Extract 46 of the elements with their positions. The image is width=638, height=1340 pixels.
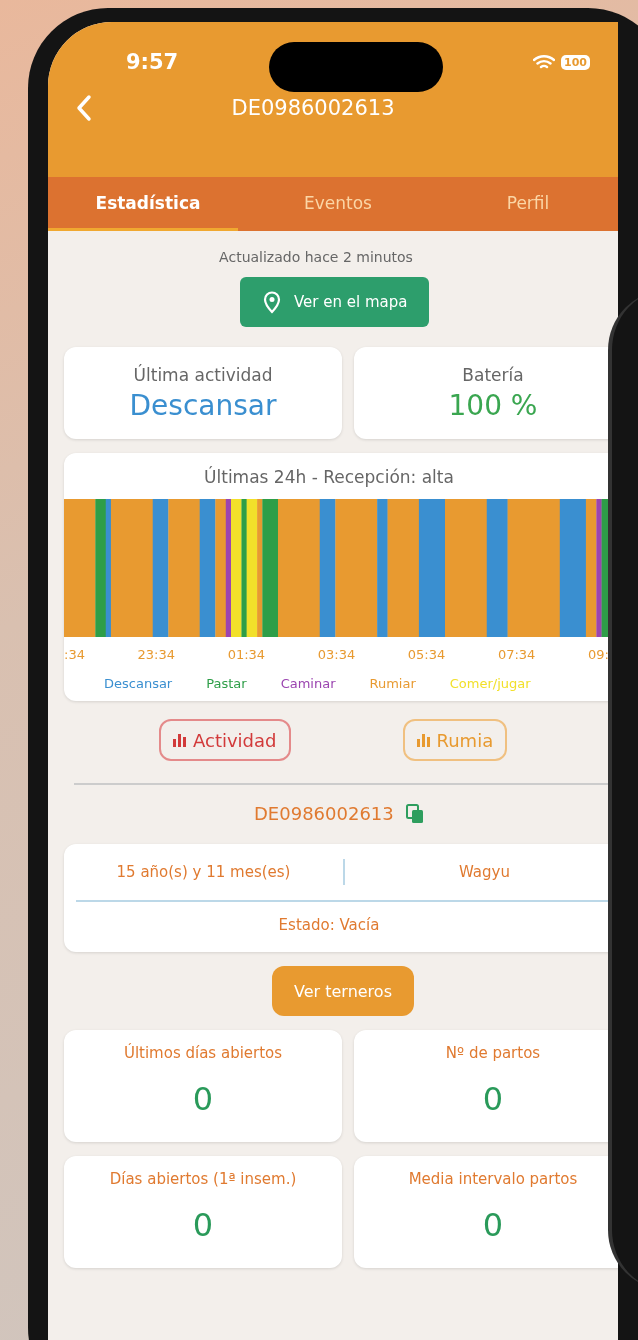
bar-chart-icon [416, 733, 431, 747]
summary-value: 100 % [448, 388, 538, 422]
status-time: 9:57 [126, 50, 179, 74]
stat-value: 0 [192, 1080, 214, 1118]
time-label: 01:34 [227, 647, 266, 662]
time-label: 03:34 [317, 647, 356, 662]
legend-label: Caminar [280, 676, 336, 691]
bar-chart-icon [173, 733, 187, 747]
screen-title: DE0986002613 [231, 96, 395, 120]
stat-value: 0 [482, 1206, 504, 1244]
status-text: Estado: Vacía [277, 915, 381, 934]
chart-button[interactable]: Rumia [402, 719, 508, 761]
stat-label: Últimos días abiertos [123, 1044, 283, 1062]
back-icon[interactable] [76, 94, 92, 122]
time-label: 23:34 [137, 647, 175, 662]
time-label: 07:34 [497, 647, 536, 662]
legend-label: Descansar [104, 676, 173, 691]
summary-value: Descansar [129, 388, 277, 422]
breed-text: Wagyu [458, 863, 511, 881]
chart-button[interactable]: Actividad [159, 719, 291, 761]
chart-title: Últimas 24h - Recepción: alta [203, 467, 455, 487]
stat-label: Días abiertos (1ª insem.) [109, 1170, 297, 1188]
stat-value: 0 [192, 1206, 214, 1244]
summary-label: Última actividad [133, 364, 273, 385]
wifi-icon [533, 54, 555, 70]
time-label: :34 [64, 647, 85, 662]
animal-id: DE0986002613 [254, 803, 394, 824]
stat-value: 0 [482, 1080, 504, 1118]
copy-icon[interactable] [405, 803, 424, 824]
legend-label: Rumiar [369, 676, 416, 691]
age-text: 15 año(s) y 11 mes(es) [115, 863, 292, 881]
battery-indicator: 100 [561, 54, 590, 70]
tab[interactable]: Eventos [238, 177, 428, 231]
stat-label: Nº de partos [445, 1044, 541, 1062]
stat-label: Media intervalo partos [408, 1170, 578, 1188]
updated-text: Actualizado hace 2 minutos [218, 249, 414, 265]
map-button[interactable]: Ver en el mapa [240, 277, 430, 327]
tab[interactable]: Estadística [48, 177, 238, 231]
legend-label: Comer/jugar [449, 676, 531, 691]
location-pin-icon [262, 290, 282, 314]
summary-label: Batería [462, 364, 524, 385]
legend-label: Pastar [206, 676, 247, 691]
time-label: 09: [588, 647, 609, 662]
tab[interactable]: Perfil [428, 177, 618, 231]
calves-button[interactable]: Ver terneros [272, 966, 414, 1016]
time-label: 05:34 [407, 647, 446, 662]
